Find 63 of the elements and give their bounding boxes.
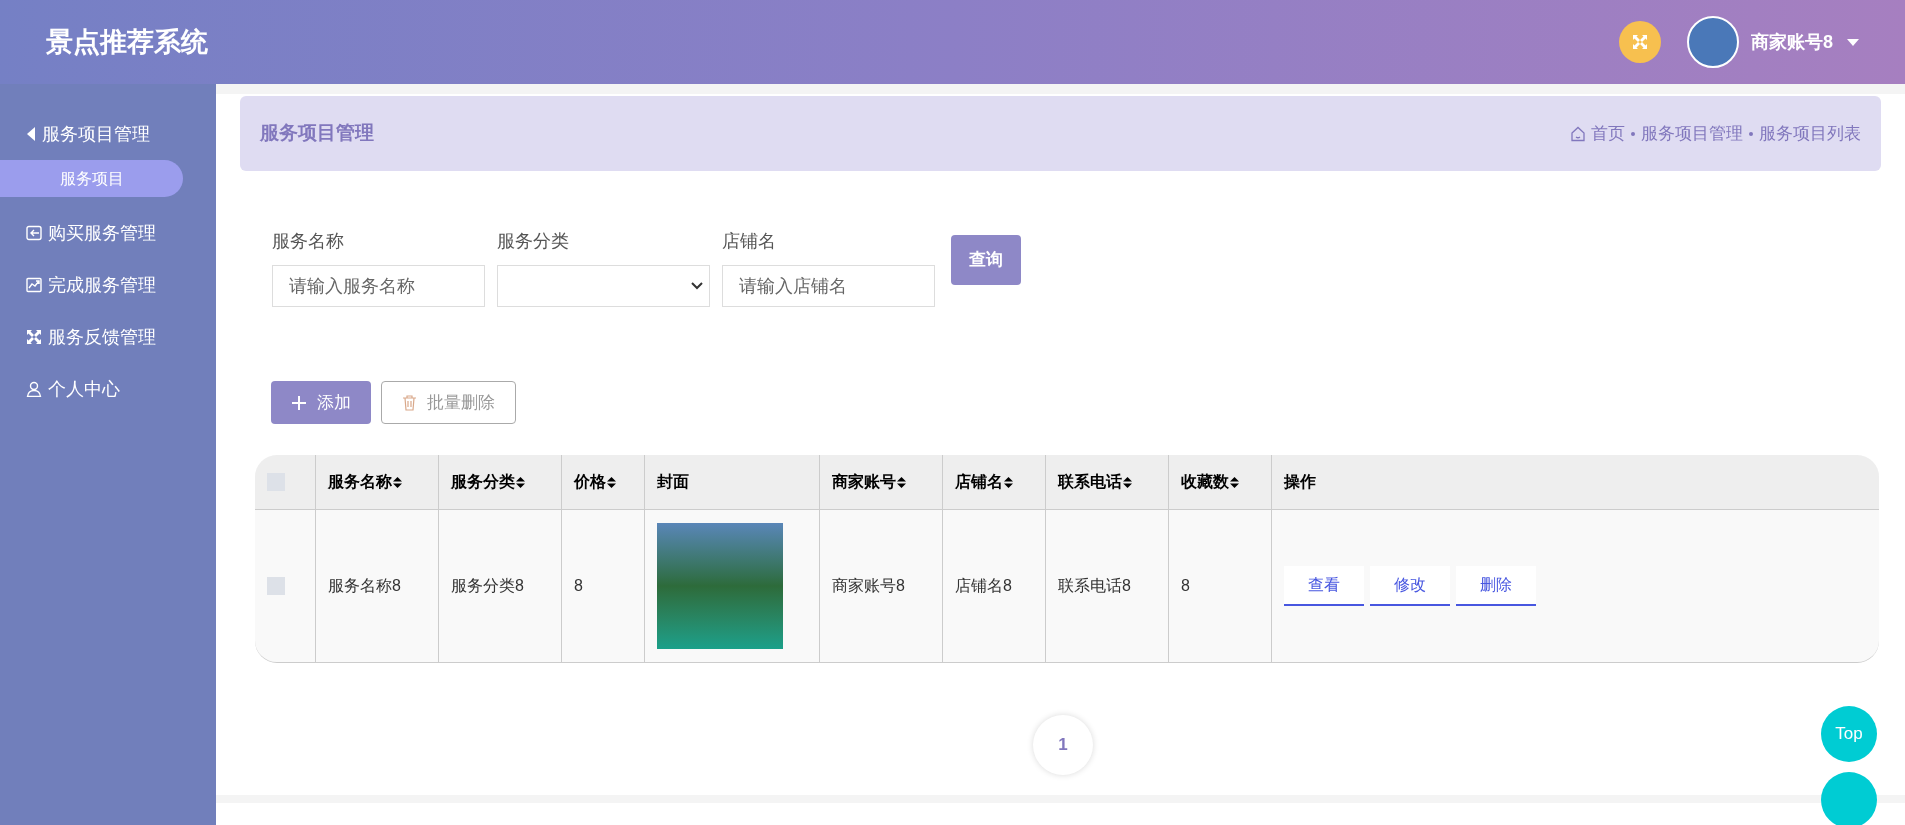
sidebar-item[interactable]: 服务反馈管理 [0,311,216,363]
sidebar-item[interactable]: 完成服务管理 [0,259,216,311]
sort-icon[interactable] [897,476,906,488]
table-cell-text: 服务分类8 [451,576,524,596]
search-button[interactable]: 查询 [951,235,1021,285]
column-header[interactable]: 服务名称 [316,455,439,509]
fullscreen-button[interactable] [1619,21,1661,63]
plus-icon [291,394,307,411]
sidebar-subitem[interactable]: 服务项目 [0,160,183,197]
home-icon [1570,125,1586,142]
breadcrumb-separator [1631,131,1635,136]
field-label: 店铺名 [722,230,777,253]
sort-icon[interactable] [1123,476,1132,488]
sidebar-item[interactable]: 服务项目管理 [0,108,216,160]
expand-arrows-icon [1632,34,1648,50]
column-header[interactable]: 店铺名 [943,455,1046,509]
breadcrumb-separator [1749,131,1753,136]
column-header[interactable]: 联系电话 [1046,455,1169,509]
column-header[interactable]: 价格 [562,455,645,509]
table-cell-text: 联系电话8 [1058,576,1131,596]
column-header[interactable]: 商家账号 [820,455,943,509]
enter-icon [26,225,42,241]
input-field[interactable]: 请输入店铺名 [722,265,935,307]
column-header: 操作 [1282,472,1317,492]
table-cell-text: 店铺名8 [955,576,1012,596]
table-cell-text: 服务名称8 [328,576,401,596]
table-cell-text: 8 [574,576,583,596]
sort-icon[interactable] [1004,476,1013,488]
app-title: 景点推荐系统 [46,25,208,59]
checkbox[interactable] [267,577,285,595]
avatar[interactable] [1687,16,1739,68]
row-action-link[interactable]: 删除 [1456,566,1536,606]
field-label: 服务分类 [497,230,570,253]
column-header[interactable]: 收藏数 [1169,455,1272,509]
sort-icon[interactable] [1230,476,1239,488]
select-field[interactable] [497,265,710,307]
row-action-link[interactable]: 查看 [1284,566,1364,606]
user-icon [26,381,42,397]
field-label: 服务名称 [272,230,345,253]
user-name[interactable]: 商家账号8 [1751,28,1833,56]
breadcrumb-link[interactable]: 服务项目列表 [1759,120,1861,147]
input-field[interactable]: 请输入服务名称 [272,265,485,307]
page-title: 服务项目管理 [260,121,374,146]
caret-left-icon [26,126,36,142]
column-header: 封面 [645,455,820,509]
sidebar-item[interactable]: 购买服务管理 [0,207,216,259]
breadcrumb-link[interactable]: 首页 [1591,120,1625,147]
page-button[interactable]: 1 [1033,715,1093,775]
sort-icon[interactable] [393,476,402,488]
column-header[interactable]: 服务分类 [439,455,562,509]
table-cell-text: 商家账号8 [832,576,905,596]
trash-icon [402,394,417,411]
row-action-link[interactable]: 修改 [1370,566,1450,606]
breadcrumb-link[interactable]: 服务项目管理 [1641,120,1743,147]
add-button[interactable]: 添加 [271,381,371,424]
sidebar-item[interactable]: 个人中心 [0,363,216,415]
caret-down-icon[interactable] [1847,38,1859,46]
line-chart-icon [26,277,42,293]
table-cell-text: 8 [1181,576,1190,596]
expand-arrows-icon [26,329,42,345]
sort-icon[interactable] [607,476,616,488]
chevron-down-icon [691,282,703,290]
sort-icon[interactable] [516,476,525,488]
